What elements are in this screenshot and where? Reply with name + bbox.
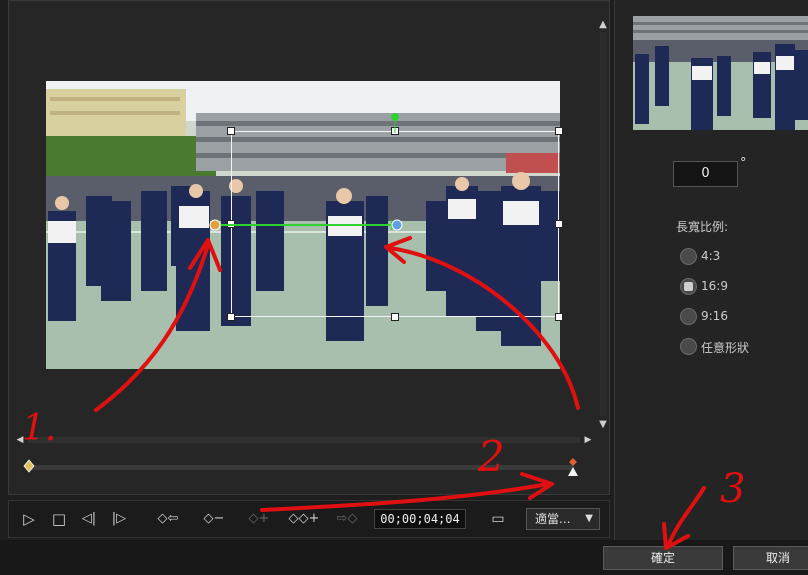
aspect-option-label[interactable]: 4:3 xyxy=(701,249,720,263)
next-frame-button[interactable]: |▷ xyxy=(106,508,132,530)
rotation-angle-input[interactable]: 0 xyxy=(673,161,738,187)
next-keyframe-button[interactable]: ⇨◇ xyxy=(330,508,364,530)
timecode-display[interactable]: 00;00;04;04 xyxy=(374,509,466,529)
degree-symbol: ° xyxy=(740,156,747,171)
crop-handle-middle-right[interactable] xyxy=(555,220,563,228)
motion-path[interactable] xyxy=(205,108,415,238)
aspect-option-label[interactable]: 16:9 xyxy=(701,279,728,293)
zoom-fit-value: 適當... xyxy=(535,512,571,526)
annotation-mark-2: 2 xyxy=(478,432,505,481)
add-keyframe-button[interactable]: ◇+ xyxy=(244,508,274,530)
remove-keyframe-button[interactable]: ◇− xyxy=(198,508,230,530)
aspect-radio-9-16[interactable] xyxy=(680,308,697,325)
crop-handle-bottom-center[interactable] xyxy=(391,313,399,321)
aspect-radio-4-3[interactable] xyxy=(680,248,697,265)
keyframe-start-marker-icon[interactable] xyxy=(22,458,36,474)
previous-frame-button[interactable]: ◁| xyxy=(76,508,102,530)
scroll-down-icon[interactable]: ▼ xyxy=(596,418,610,432)
path-end-point[interactable] xyxy=(391,219,403,231)
aspect-radio-freeform[interactable] xyxy=(680,338,697,355)
aspect-ratio-label: 長寬比例: xyxy=(676,220,729,234)
play-button[interactable]: ▷ xyxy=(18,508,40,530)
scroll-right-icon[interactable]: ▶ xyxy=(582,434,594,446)
safe-area-icon[interactable]: ▭ xyxy=(486,508,510,530)
crop-handle-bottom-right[interactable] xyxy=(555,313,563,321)
zoom-fit-select[interactable]: 適當... ▼ xyxy=(526,508,600,530)
vertical-scroll-track[interactable] xyxy=(600,32,606,416)
crop-handle-bottom-left[interactable] xyxy=(227,313,235,321)
duplicate-keyframe-button[interactable]: ◇◇+ xyxy=(286,508,322,530)
vertical-scrollbar[interactable]: ▲ ▼ xyxy=(596,14,610,434)
previous-keyframe-button[interactable]: ◇⇦ xyxy=(150,508,186,530)
ok-button[interactable]: 確定 xyxy=(603,546,723,570)
stop-button[interactable]: □ xyxy=(48,508,70,530)
chevron-down-icon: ▼ xyxy=(585,513,593,524)
horizontal-scrollbar[interactable]: ◀ ▶ xyxy=(14,434,594,446)
path-start-point[interactable] xyxy=(209,219,221,231)
annotation-mark-3: 3 xyxy=(720,466,746,512)
rotate-handle[interactable] xyxy=(391,113,399,121)
scroll-up-icon[interactable]: ▲ xyxy=(596,18,610,32)
crop-handle-top-right[interactable] xyxy=(555,127,563,135)
aspect-option-label[interactable]: 任意形狀 xyxy=(701,339,749,356)
aspect-radio-16-9[interactable] xyxy=(680,278,697,295)
aspect-option-label[interactable]: 9:16 xyxy=(701,309,728,323)
annotation-mark-1: 1. xyxy=(22,408,57,449)
crop-preview-thumbnail xyxy=(633,16,808,130)
keyframe-end-marker-icon[interactable] xyxy=(566,456,580,478)
cancel-button[interactable]: 取消 xyxy=(733,546,808,570)
